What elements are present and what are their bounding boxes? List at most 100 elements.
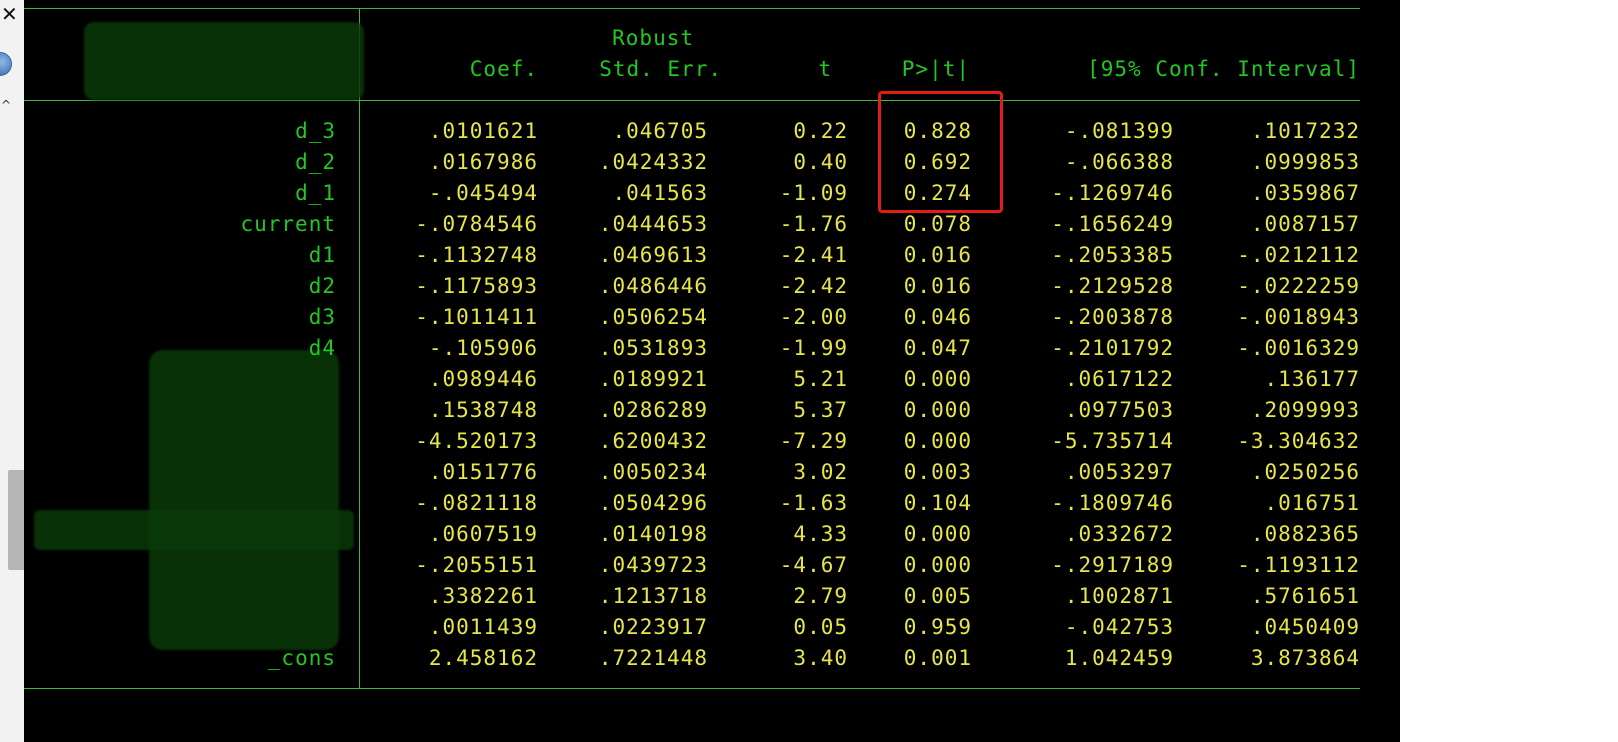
- t-value: 0.40: [793, 150, 848, 174]
- coef-value: .0167986: [428, 150, 538, 174]
- ci-lower-value: -.081399: [1064, 119, 1174, 143]
- ci-upper-value: -.1193112: [1237, 553, 1360, 577]
- ci-upper-value: -.0222259: [1237, 274, 1360, 298]
- ci-upper-value: .5761651: [1250, 584, 1360, 608]
- ci-lower-value: -.1656249: [1051, 212, 1174, 236]
- row-label: current: [240, 212, 336, 236]
- close-icon[interactable]: ✕: [1, 3, 18, 25]
- row-label: d_1: [295, 181, 336, 205]
- coef-value: -.0784546: [415, 212, 538, 236]
- std-err-value: .6200432: [598, 429, 708, 453]
- t-value: 5.37: [793, 398, 848, 422]
- ci-upper-value: .1017232: [1250, 119, 1360, 143]
- ci-upper-value: .0250256: [1250, 460, 1360, 484]
- p-value-highlight-box: [878, 91, 1003, 213]
- left-sidebar-strip: ✕ ^: [0, 0, 32, 742]
- std-err-value: .1213718: [598, 584, 708, 608]
- ci-lower-value: .1002871: [1064, 584, 1174, 608]
- t-value: -1.76: [779, 212, 848, 236]
- coef-value: .0989446: [428, 367, 538, 391]
- row-label: d_3: [295, 119, 336, 143]
- coef-value: -.045494: [428, 181, 538, 205]
- header-coef: Coef.: [469, 57, 538, 81]
- coef-value: -.1132748: [415, 243, 538, 267]
- p-value: 0.046: [903, 305, 972, 329]
- coef-value: 2.458162: [428, 646, 538, 670]
- coef-value: -.105906: [428, 336, 538, 360]
- std-err-value: .0223917: [598, 615, 708, 639]
- ci-lower-value: -.2003878: [1051, 305, 1174, 329]
- std-err-value: .046705: [612, 119, 708, 143]
- ci-lower-value: -.1809746: [1051, 491, 1174, 515]
- coef-value: .3382261: [428, 584, 538, 608]
- ci-lower-value: .0977503: [1064, 398, 1174, 422]
- t-value: 5.21: [793, 367, 848, 391]
- row-label: d_2: [295, 150, 336, 174]
- std-err-value: .0286289: [598, 398, 708, 422]
- std-err-value: .0504296: [598, 491, 708, 515]
- coef-value: -4.520173: [415, 429, 538, 453]
- t-value: -1.99: [779, 336, 848, 360]
- browser-globe-icon[interactable]: [0, 52, 12, 76]
- ci-upper-value: .0087157: [1250, 212, 1360, 236]
- t-value: 0.05: [793, 615, 848, 639]
- std-err-value: .0531893: [598, 336, 708, 360]
- row-label: _cons: [267, 646, 336, 670]
- ci-lower-value: 1.042459: [1064, 646, 1174, 670]
- t-value: -4.67: [779, 553, 848, 577]
- std-err-value: .0189921: [598, 367, 708, 391]
- p-value: 0.000: [903, 367, 972, 391]
- std-err-value: .0439723: [598, 553, 708, 577]
- row-label: d4: [308, 336, 336, 360]
- t-value: 2.79: [793, 584, 848, 608]
- p-value: 0.000: [903, 553, 972, 577]
- regression-output-window: Robust Coef. Std. Err. t P>|t| [95% Conf…: [24, 0, 1400, 742]
- ci-lower-value: -.2917189: [1051, 553, 1174, 577]
- ci-upper-value: -.0016329: [1237, 336, 1360, 360]
- bottom-rule: [24, 688, 1360, 689]
- p-value: 0.000: [903, 522, 972, 546]
- ci-upper-value: .0359867: [1250, 181, 1360, 205]
- p-value: 0.000: [903, 429, 972, 453]
- ci-lower-value: -.066388: [1064, 150, 1174, 174]
- std-err-value: .0469613: [598, 243, 708, 267]
- ci-upper-value: -3.304632: [1237, 429, 1360, 453]
- ci-upper-value: -.0212112: [1237, 243, 1360, 267]
- p-value: 0.003: [903, 460, 972, 484]
- ci-upper-value: .016751: [1264, 491, 1360, 515]
- ci-upper-value: .0882365: [1250, 522, 1360, 546]
- std-err-value: .7221448: [598, 646, 708, 670]
- ci-lower-value: -.2129528: [1051, 274, 1174, 298]
- p-value: 0.001: [903, 646, 972, 670]
- ci-lower-value: -.1269746: [1051, 181, 1174, 205]
- ci-upper-value: 3.873864: [1250, 646, 1360, 670]
- t-value: -2.41: [779, 243, 848, 267]
- header-robust: Robust: [612, 26, 694, 50]
- coef-value: .0101621: [428, 119, 538, 143]
- std-err-value: .0486446: [598, 274, 708, 298]
- ci-lower-value: -.2053385: [1051, 243, 1174, 267]
- header-std-err: Std. Err.: [599, 57, 722, 81]
- std-err-value: .041563: [612, 181, 708, 205]
- obscured-row-labels-extension: [34, 510, 354, 550]
- p-value: 0.047: [903, 336, 972, 360]
- chevron-up-icon[interactable]: ^: [1, 98, 11, 112]
- ci-upper-value: .2099993: [1250, 398, 1360, 422]
- ci-upper-value: .0999853: [1250, 150, 1360, 174]
- coef-value: -.1175893: [415, 274, 538, 298]
- std-err-value: .0050234: [598, 460, 708, 484]
- ci-upper-value: .0450409: [1250, 615, 1360, 639]
- obscured-row-labels: [149, 350, 339, 650]
- coef-value: .1538748: [428, 398, 538, 422]
- coef-value: -.1011411: [415, 305, 538, 329]
- ci-upper-value: -.0018943: [1237, 305, 1360, 329]
- t-value: -7.29: [779, 429, 848, 453]
- ci-lower-value: .0053297: [1064, 460, 1174, 484]
- t-value: 3.40: [793, 646, 848, 670]
- ci-lower-value: -.042753: [1064, 615, 1174, 639]
- top-rule: [24, 8, 1360, 9]
- ci-lower-value: -5.735714: [1051, 429, 1174, 453]
- row-label: d1: [308, 243, 336, 267]
- row-label: d2: [308, 274, 336, 298]
- coef-value: .0607519: [428, 522, 538, 546]
